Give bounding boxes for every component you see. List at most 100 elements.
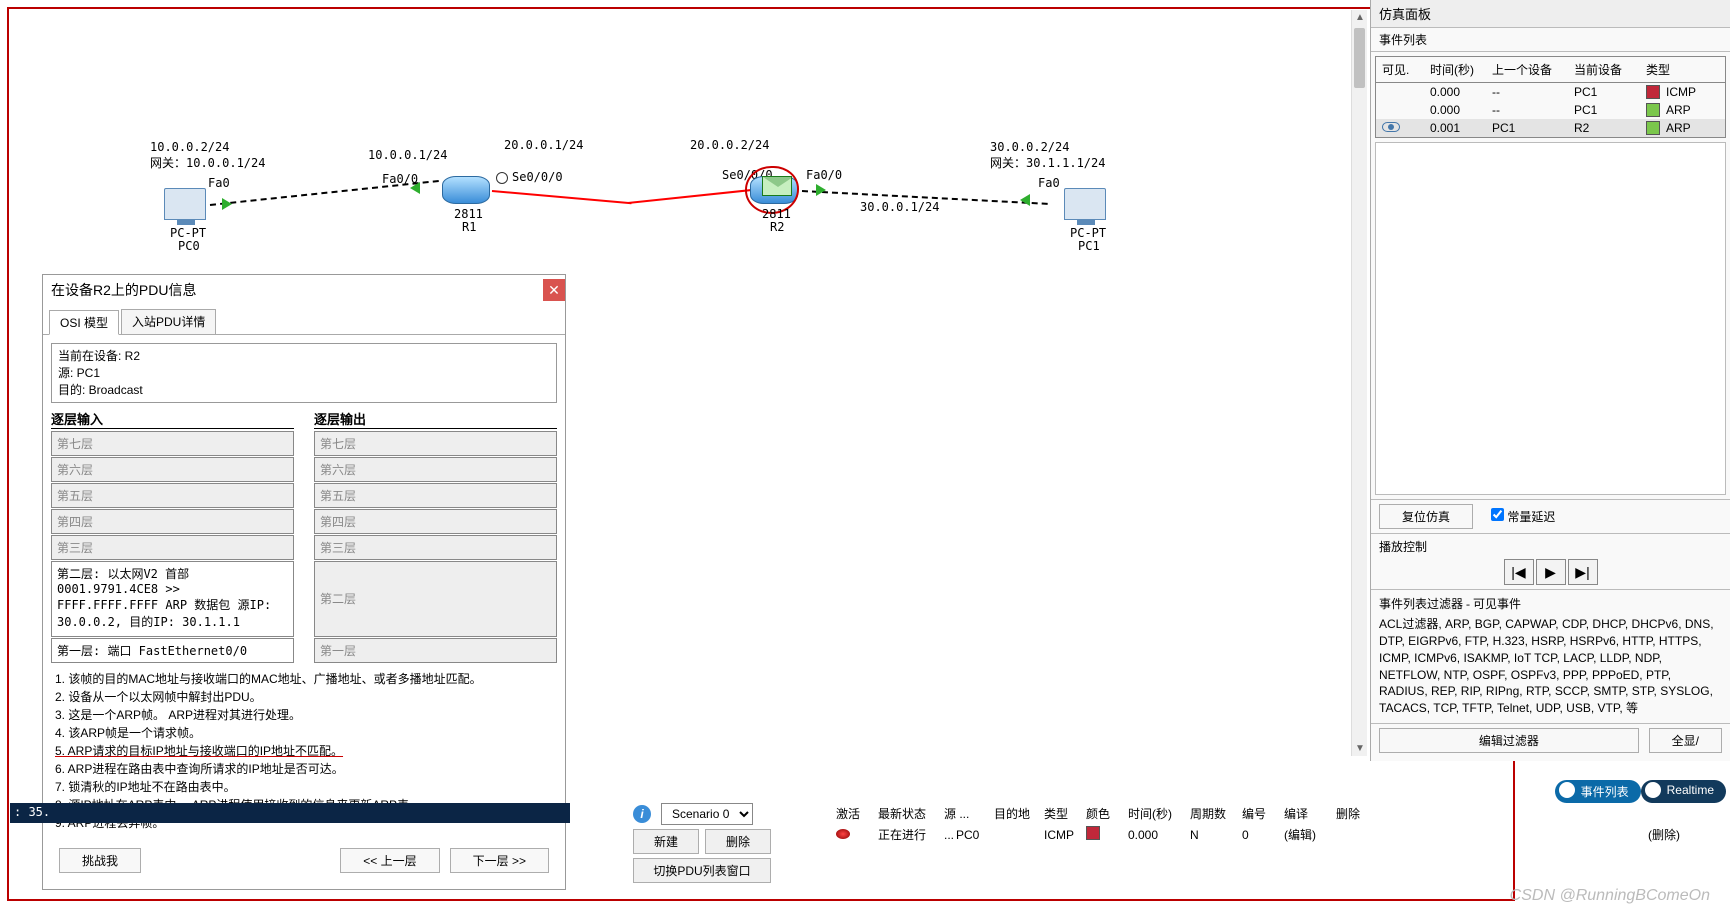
r2-ifR: Fa0/0: [806, 168, 842, 182]
pc1-l1: PC-PT: [1070, 226, 1106, 240]
r-edit[interactable]: (编辑): [1278, 824, 1330, 845]
pc0-gw: 网关：10.0.0.1/24: [150, 154, 265, 171]
r-del[interactable]: (删除): [1330, 824, 1720, 845]
serial-link: [492, 190, 632, 204]
out-layer3[interactable]: 第三层: [314, 535, 557, 560]
r-src: PC0: [950, 826, 988, 844]
fire-icon: [836, 829, 850, 839]
destination: 目的: Broadcast: [58, 382, 550, 399]
r2-l2: R2: [770, 220, 784, 234]
new-scenario-button[interactable]: 新建: [633, 829, 699, 854]
in-layer7[interactable]: 第七层: [51, 431, 294, 456]
h-src: 源 ...: [938, 803, 988, 824]
pc0-l2: PC0: [178, 239, 200, 253]
event-filter-box: 事件列表过滤器 - 可见事件 ACL过滤器, ARP, BGP, CAPWAP,…: [1371, 589, 1730, 723]
h-del: 删除: [1330, 803, 1720, 824]
h-state: 最新状态: [872, 803, 938, 824]
filter-title: 事件列表过滤器 - 可见事件: [1379, 596, 1722, 613]
close-button[interactable]: ✕: [543, 279, 565, 301]
in-layer4[interactable]: 第四层: [51, 509, 294, 534]
r1-l2: R1: [462, 220, 476, 234]
h-period: 周期数: [1184, 803, 1236, 824]
event-list-body: 0.000--PC1ICMP0.000--PC1ARP0.001PC1R2ARP: [1375, 83, 1726, 138]
event-row[interactable]: 0.000--PC1ICMP: [1376, 83, 1725, 101]
event-row[interactable]: 0.001PC1R2ARP: [1376, 119, 1725, 137]
h-type: 类型: [1038, 803, 1080, 824]
play-button[interactable]: ▶: [1536, 559, 1566, 585]
event-row[interactable]: 0.000--PC1ARP: [1376, 101, 1725, 119]
in-layer2[interactable]: 第二层: 以太网V2 首部 0001.9791.4CE8 >> FFFF.FFF…: [51, 561, 294, 637]
col-last-device: 上一个设备: [1492, 59, 1574, 80]
in-layer1[interactable]: 第一层: 端口 FastEthernet0/0: [51, 638, 294, 663]
pdu-status-row[interactable]: 正在进行 ... PC0 ICMP 0.000 N 0 (编辑) (删除): [830, 824, 1720, 845]
edit-filter-button[interactable]: 编辑过滤器: [1379, 728, 1639, 753]
scroll-down-icon[interactable]: ▼: [1355, 743, 1365, 754]
constant-delay-checkbox[interactable]: [1491, 508, 1504, 521]
step-6: 6. ARP进程在路由表中查询所请求的IP地址是否可达。: [55, 760, 553, 778]
scenario-box: i Scenario 0 新建 删除 切换PDU列表窗口: [633, 803, 771, 883]
out-layer6[interactable]: 第六层: [314, 457, 557, 482]
out-layer2[interactable]: 第二层: [314, 561, 557, 637]
step-7: 7. 锁清秋的IP地址不在路由表中。: [55, 778, 553, 796]
show-all-button[interactable]: 全显/: [1649, 728, 1722, 753]
tab-inbound-pdu[interactable]: 入站PDU详情: [121, 309, 216, 334]
in-layer5[interactable]: 第五层: [51, 483, 294, 508]
info-icon[interactable]: i: [633, 805, 651, 823]
at-device: 当前在设备: R2: [58, 348, 550, 365]
simulation-panel: 仿真面板 事件列表 可见. 时间(秒) 上一个设备 当前设备 类型 0.000-…: [1370, 0, 1730, 761]
pdu-info-dialog: 在设备R2上的PDU信息 ✕ OSI 模型 入站PDU详情 当前在设备: R2 …: [42, 274, 566, 890]
pdu-envelope-icon[interactable]: [762, 176, 792, 196]
pdu-tabs: OSI 模型 入站PDU详情: [43, 309, 565, 335]
scenario-select[interactable]: Scenario 0: [661, 803, 753, 825]
r2-lan: 30.0.0.1/24: [860, 200, 939, 214]
col-type: 类型: [1646, 59, 1719, 80]
watermark: CSDN @RunningBComeOn: [1510, 887, 1710, 905]
r1-ifR: Se0/0/0: [512, 170, 563, 184]
r1-wan: 20.0.0.1/24: [504, 138, 583, 152]
out-layers-title: 逐层输出: [314, 409, 557, 429]
col-visible: 可见.: [1382, 59, 1430, 80]
device-pc0[interactable]: [164, 188, 206, 220]
color-swatch: [1086, 826, 1100, 840]
scroll-up-icon[interactable]: ▲: [1355, 12, 1365, 23]
scroll-thumb[interactable]: [1354, 28, 1365, 88]
pc1-ip: 30.0.0.2/24: [990, 140, 1069, 154]
out-layer7[interactable]: 第七层: [314, 431, 557, 456]
r2-wanL: 20.0.0.2/24: [690, 138, 769, 152]
h-time: 时间(秒): [1122, 803, 1184, 824]
col-current-device: 当前设备: [1574, 59, 1646, 80]
constant-delay-label[interactable]: 常量延迟: [1491, 508, 1555, 525]
out-layer1[interactable]: 第一层: [314, 638, 557, 663]
link-up-icon: [816, 184, 826, 196]
in-layer6[interactable]: 第六层: [51, 457, 294, 482]
device-pc1[interactable]: [1064, 188, 1106, 220]
source: 源: PC1: [58, 365, 550, 382]
h-act: 激活: [830, 803, 872, 824]
pc0-iface: Fa0: [208, 176, 230, 190]
h-dst: 目的地: [988, 803, 1038, 824]
r1-ip: 10.0.0.1/24: [368, 148, 447, 162]
in-layers-col: 逐层输入 第七层 第六层 第五层 第四层 第三层 第二层: 以太网V2 首部 0…: [51, 409, 294, 664]
r2-l1: 2811: [762, 207, 791, 221]
eye-icon: [1382, 122, 1400, 132]
step-4: 4. 该ARP帧是一个请求帧。: [55, 724, 553, 742]
r-type: ICMP: [1038, 826, 1080, 844]
delete-scenario-button[interactable]: 删除: [705, 829, 771, 854]
out-layer5[interactable]: 第五层: [314, 483, 557, 508]
step-forward-button[interactable]: ▶|: [1568, 559, 1598, 585]
step-2: 2. 设备从一个以太网帧中解封出PDU。: [55, 688, 553, 706]
tab-osi-model[interactable]: OSI 模型: [49, 310, 119, 335]
mode-switch: 事件列表 Realtime: [1555, 780, 1726, 803]
in-layer3[interactable]: 第三层: [51, 535, 294, 560]
canvas-scrollbar[interactable]: ▲ ▼: [1351, 10, 1367, 756]
in-layers-title: 逐层输入: [51, 409, 294, 429]
step-back-button[interactable]: |◀: [1504, 559, 1534, 585]
out-layer4[interactable]: 第四层: [314, 509, 557, 534]
device-r1[interactable]: [442, 176, 490, 204]
reset-sim-button[interactable]: 复位仿真: [1379, 504, 1473, 529]
pc1-l2: PC1: [1078, 239, 1100, 253]
realtime-mode-button[interactable]: Realtime: [1641, 780, 1726, 803]
toggle-pdu-list-button[interactable]: 切换PDU列表窗口: [633, 858, 771, 883]
event-list-mode-button[interactable]: 事件列表: [1555, 780, 1641, 803]
type-color-swatch: [1646, 85, 1660, 99]
